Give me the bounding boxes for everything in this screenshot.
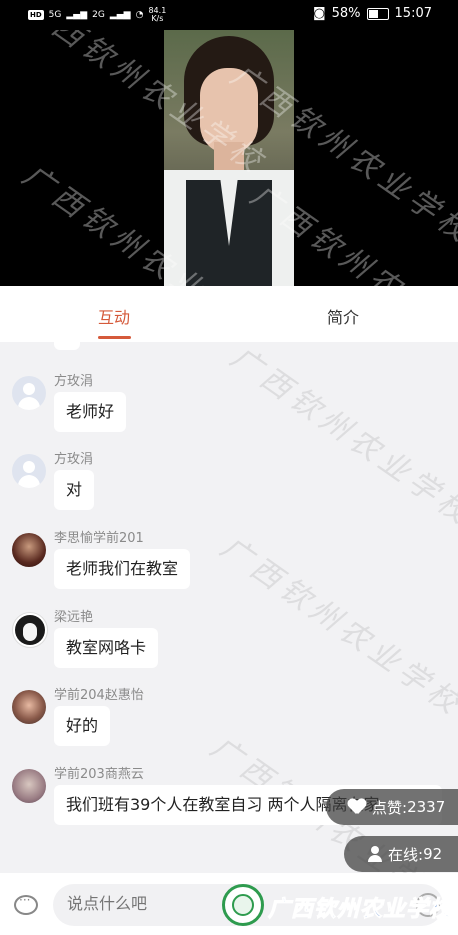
cartoon-avatar[interactable]	[12, 612, 48, 648]
live-video-player[interactable]: 广西钦州农业学校 广西钦州农业学校 广西钦州农业学校 广西钦州农业学校	[0, 30, 458, 286]
online-label: 在线:	[388, 845, 424, 864]
signal-bars-icon: ▂▄▆	[66, 10, 88, 20]
chat-username: 方玫涓	[54, 452, 94, 467]
chat-watermark: 广西钦州农业学校	[223, 342, 458, 534]
camera-icon: ◙	[313, 6, 326, 21]
signal-2g-label: 2G	[92, 10, 105, 20]
presenter-video-frame	[164, 30, 294, 286]
likes-count: 2337	[407, 798, 446, 816]
tab-intro[interactable]: 简介	[327, 304, 359, 328]
user-photo-avatar[interactable]	[12, 690, 46, 724]
system-indicators: ◙ 58% 15:07	[313, 6, 432, 21]
hd-badge: HD	[28, 10, 44, 20]
comment-bar: 广西钦州农业学校	[0, 873, 458, 935]
network-indicators: HD 5G ▂▄▆ 2G ▂▄▆ ◔ 84.1 K/s	[28, 7, 166, 23]
chat-username: 方玫涓	[54, 374, 94, 389]
chat-username: 梁远艳	[54, 610, 94, 625]
heart-icon	[348, 799, 366, 815]
school-logo	[222, 884, 264, 926]
chat-username: 学前204赵惠怡	[54, 688, 144, 703]
battery-percent: 58%	[331, 6, 361, 21]
battery-fill	[368, 9, 378, 18]
default-avatar[interactable]	[12, 454, 46, 488]
chat-bubble: 好的	[54, 706, 111, 746]
user-photo-avatar[interactable]	[12, 533, 46, 567]
default-avatar[interactable]	[12, 376, 46, 410]
signal-bars-icon: ▂▄▆	[109, 10, 131, 20]
chat-username: 学前203商燕云	[54, 767, 144, 782]
chat-bubble: 对	[54, 470, 95, 510]
tab-bar: 互动 简介	[0, 286, 458, 342]
chat-bubble: 老师我们在教室	[54, 549, 191, 589]
network-speed: 84.1 K/s	[148, 7, 166, 23]
chat-watermark: 广西钦州农业学校	[213, 529, 458, 724]
tab-interaction[interactable]: 互动	[98, 304, 130, 328]
active-tab-indicator	[98, 336, 131, 339]
battery-icon	[366, 7, 389, 20]
signal-5g-label: 5G	[48, 10, 62, 20]
comment-icon[interactable]	[14, 893, 38, 915]
chat-bubble: 教室网咯卡	[54, 628, 159, 668]
speed-unit: K/s	[151, 14, 164, 23]
user-photo-avatar[interactable]	[12, 769, 46, 803]
person-icon	[368, 846, 382, 862]
previous-message-bubble	[54, 342, 80, 350]
chat-bubble: 老师好	[54, 392, 127, 432]
online-counter: 在线: 92	[344, 836, 458, 872]
wifi-icon: ◔	[135, 10, 144, 20]
likes-label: 点赞:	[372, 798, 408, 817]
chat-username: 李思愉学前201	[54, 531, 144, 546]
clock: 15:07	[394, 6, 432, 21]
like-counter[interactable]: 点赞: 2337	[326, 789, 458, 825]
school-name-watermark: 广西钦州农业学校	[267, 897, 453, 923]
status-bar: HD 5G ▂▄▆ 2G ▂▄▆ ◔ 84.1 K/s ◙ 58% 15:07	[0, 0, 458, 30]
online-count: 92	[423, 845, 443, 863]
